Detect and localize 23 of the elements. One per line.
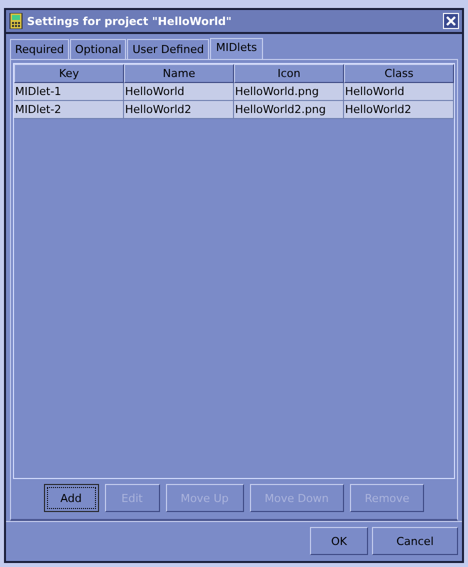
table-cell: HelloWorld2.png [234,101,344,119]
table-cell: HelloWorld.png [234,83,344,101]
column-header[interactable]: Key [14,64,124,83]
table-cell: MIDlet-2 [14,101,124,119]
table-cell: HelloWorld2 [124,101,234,119]
table-cell: MIDlet-1 [14,83,124,101]
column-header[interactable]: Name [124,64,234,83]
table-cell: HelloWorld [124,83,234,101]
tab[interactable]: Optional [70,39,126,59]
column-header[interactable]: Icon [234,64,344,83]
tab[interactable]: User Defined [127,39,209,59]
phone-icon [9,13,23,29]
tab[interactable]: MIDlets [210,38,264,59]
close-icon [446,16,456,26]
dialog-button[interactable]: OK [310,527,368,555]
action-button[interactable]: Add [44,484,99,512]
dialog-button[interactable]: Cancel [372,527,458,555]
close-button[interactable] [443,13,459,29]
window-title: Settings for project "HelloWorld" [27,14,233,28]
tab[interactable]: Required [10,39,69,59]
table-cell: HelloWorld [344,83,454,101]
column-header[interactable]: Class [344,64,454,83]
table-cell: HelloWorld2 [344,101,454,119]
